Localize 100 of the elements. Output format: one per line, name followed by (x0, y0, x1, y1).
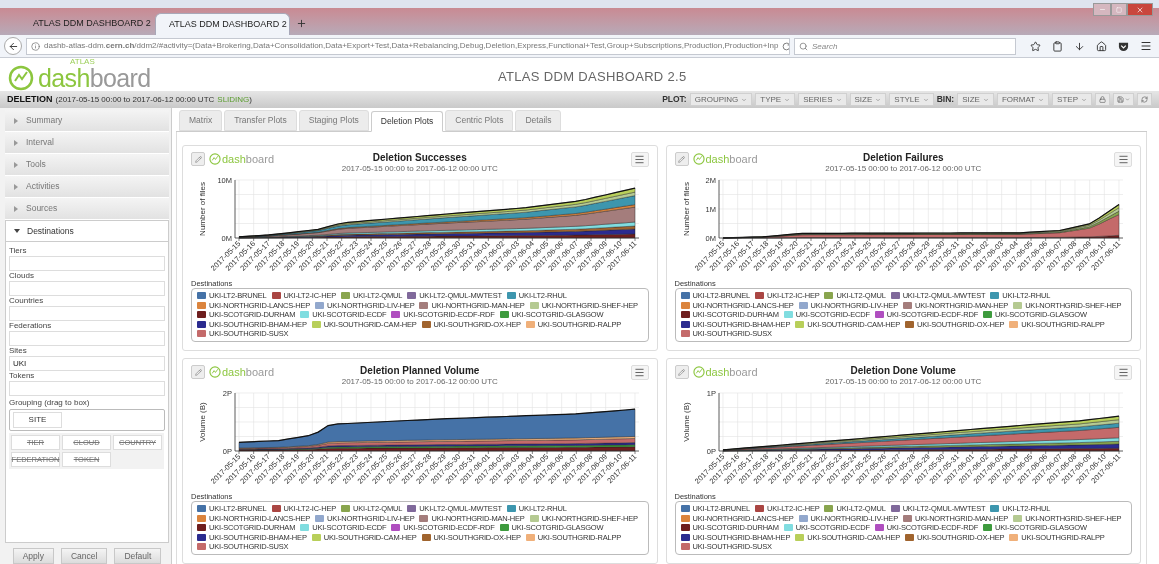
plot-menu-button[interactable]: SIZE (849, 93, 887, 106)
bin-menu-button[interactable]: STEP (1052, 93, 1092, 106)
minimize-button[interactable] (1093, 3, 1111, 16)
filter-field[interactable] (9, 281, 165, 296)
url-text: dashb-atlas-ddm.cern.ch/ddm2/#activity=(Data+Brokering,Data+Consolidation,Data+Export+Test,Data+Rebalancing,Debug,Deletion,Express,Functional+Test,Group+Subscriptions,Production,Production+Inp (44, 40, 779, 52)
filter-label: Tiers (9, 246, 28, 256)
dashboard-logo: dashboard (209, 153, 274, 165)
plot-menu-button[interactable]: SERIES (798, 93, 847, 106)
caret-icon (875, 96, 882, 103)
sidebar-button[interactable]: Default (114, 548, 162, 564)
y-axis (234, 392, 236, 452)
plot-tab[interactable]: Details (515, 110, 562, 131)
plot-tab[interactable]: Deletion Plots (370, 111, 444, 132)
close-button[interactable] (1127, 3, 1153, 16)
period-label: DELETION (7, 92, 53, 106)
plot-menu-button[interactable]: GROUPING (689, 93, 753, 106)
filter-label: Federations (9, 321, 53, 331)
filter-field[interactable] (9, 256, 165, 271)
reload-icon[interactable] (782, 41, 789, 51)
caret-icon (1038, 96, 1045, 103)
grouping-drop-box[interactable]: SITE (9, 409, 165, 431)
pencil-icon (194, 155, 202, 163)
grouping-chip[interactable]: SITE (13, 412, 62, 428)
y-axis-title: Volume (B) (198, 402, 207, 442)
save-button[interactable] (1113, 93, 1134, 106)
chart-title: Deletion Successes (372, 152, 467, 164)
lock-button[interactable] (1095, 93, 1110, 106)
edit-button[interactable] (674, 365, 689, 379)
caret-right-icon (13, 183, 19, 190)
filter-label: Sites (9, 346, 28, 356)
caret-icon (922, 96, 929, 103)
caret-right-icon (13, 139, 19, 146)
chart-subtitle: 2017-05-15 00:00 to 2017-06-12 00:00 UTC (341, 377, 498, 387)
caret-icon (741, 96, 748, 103)
y-axis (718, 179, 719, 239)
lock-icon (1099, 96, 1106, 103)
sidebar-button[interactable]: Apply (12, 548, 54, 564)
refresh-button[interactable] (1137, 93, 1152, 106)
download-icon[interactable] (1074, 40, 1085, 52)
period-range: (2017-05-15 00:00 to 2017-06-12 00:00 UTC (55, 93, 215, 106)
filter-label: Clouds (9, 271, 35, 281)
period-close: ) (249, 93, 252, 106)
menu-button[interactable] (630, 152, 649, 167)
plot-menu-button[interactable]: TYPE (755, 93, 796, 106)
search-icon (799, 41, 808, 51)
caret-right-icon (13, 117, 19, 124)
plot-label: PLOT: (662, 93, 687, 106)
browser-tab[interactable]: ATLAS DDM DASHBOARD 2 (20, 13, 155, 35)
browser-tab[interactable]: ATLAS DDM DASHBOARD 2 (155, 13, 290, 35)
back-arrow-icon (7, 40, 19, 52)
plot-tab[interactable]: Matrix (179, 110, 223, 131)
plot-menu-button[interactable]: STYLE (889, 93, 934, 106)
menu-button[interactable] (1114, 152, 1132, 167)
back-button[interactable] (4, 37, 22, 55)
menu-button[interactable] (630, 365, 649, 380)
dashboard-logo: dashboard (209, 366, 274, 378)
grouping-label: Grouping (drag to box) (9, 398, 91, 408)
menu-icon[interactable] (1140, 40, 1152, 52)
save-icon (1117, 96, 1124, 103)
edit-button[interactable] (674, 152, 689, 166)
bookmark-star-icon[interactable] (1030, 40, 1041, 52)
menu-button[interactable] (1114, 365, 1132, 380)
filter-field[interactable] (9, 331, 165, 346)
filter-field[interactable] (9, 381, 165, 396)
bin-menu-button[interactable]: SIZE (957, 93, 994, 106)
bin-menu-button[interactable]: FORMAT (996, 93, 1050, 106)
filter-field[interactable]: UKI (9, 356, 165, 371)
search-input[interactable]: Search (812, 39, 1002, 53)
dashboard-logo: ATLAS dashboard (8, 58, 151, 91)
clipboard-icon[interactable] (1052, 40, 1063, 52)
plot-tab[interactable]: Centric Plots (445, 110, 514, 131)
menu-icon (634, 367, 645, 378)
address-field[interactable]: dashb-atlas-ddm.cern.ch/ddm2/#activity=(Data+Brokering,Data+Consolidation,Data+Export+Test,Data+Rebalancing,Debug,Deletion,Express,Functional+Test,Group+Subscriptions,Production,Production+Inp (26, 37, 790, 55)
sidebar-button[interactable]: Cancel (60, 548, 108, 564)
chart-subtitle: 2017-05-15 00:00 to 2017-06-12 00:00 UTC (341, 164, 498, 174)
caret-right-icon (13, 205, 19, 212)
edit-button[interactable] (191, 365, 205, 379)
y-axis-title: Volume (B) (681, 402, 691, 442)
new-tab-icon[interactable] (296, 18, 307, 29)
chart-subtitle: 2017-05-15 00:00 to 2017-06-12 00:00 UTC (825, 377, 982, 387)
menu-icon (634, 154, 645, 165)
search-field[interactable]: Search (794, 37, 1016, 55)
plot-tab[interactable]: Staging Plots (298, 110, 369, 131)
caret-icon (1081, 96, 1087, 103)
chart-title: Deletion Planned Volume (360, 365, 480, 377)
pencil-icon (678, 155, 685, 163)
maximize-button[interactable] (1111, 3, 1127, 16)
home-icon[interactable] (1096, 40, 1107, 52)
info-icon (31, 41, 40, 51)
edit-button[interactable] (191, 152, 205, 166)
filter-field[interactable] (9, 306, 165, 321)
filter-label: Tokens (9, 371, 36, 381)
menu-icon (1117, 154, 1129, 165)
filter-label: Countries (9, 296, 45, 306)
plot-tab[interactable]: Transfer Plots (224, 110, 297, 131)
pocket-icon[interactable] (1118, 40, 1129, 52)
sidebar-section[interactable]: Destinations (5, 220, 169, 242)
pencil-icon (194, 368, 202, 376)
chart-subtitle: 2017-05-15 00:00 to 2017-06-12 00:00 UTC (825, 164, 982, 174)
chart-title: Deletion Done Volume (850, 365, 956, 377)
